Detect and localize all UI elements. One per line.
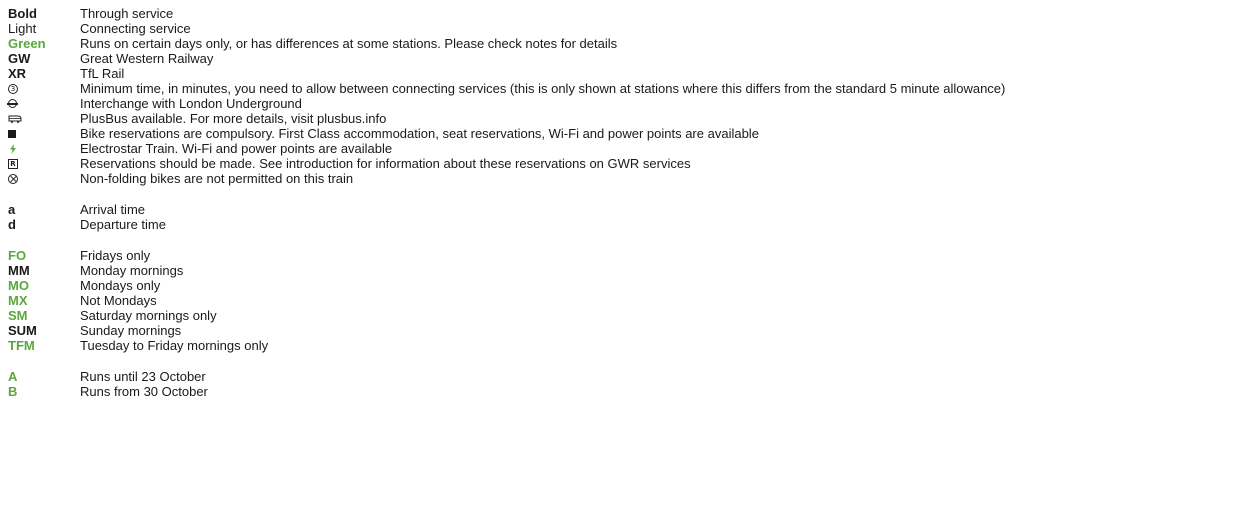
- legend-key: Bold: [8, 6, 37, 21]
- legend-desc: Sunday mornings: [80, 323, 182, 338]
- legend-desc: Runs from 30 October: [80, 384, 208, 399]
- legend-desc: Great Western Railway: [80, 51, 214, 66]
- legend-key: [8, 143, 80, 154]
- black-square-icon: [8, 129, 16, 138]
- legend-desc: Reservations should be made. See introdu…: [80, 156, 691, 171]
- legend-key: [7, 99, 80, 108]
- legend-row-plusbus: PlusBus available. For more details, vis…: [8, 111, 1238, 126]
- legend-row-note-b: B Runs from 30 October: [8, 384, 1238, 399]
- lightning-bolt-icon: [10, 143, 16, 154]
- legend-row-light: Light Connecting service: [8, 21, 1238, 36]
- legend-row-sm: SM Saturday mornings only: [8, 308, 1238, 323]
- legend-desc: Tuesday to Friday mornings only: [80, 338, 269, 353]
- underground-roundel-icon: [7, 99, 18, 108]
- legend-row-departure: d Departure time: [8, 217, 1238, 232]
- legend-row-mx: MX Not Mondays: [8, 293, 1238, 308]
- notes-group: A Runs until 23 October B Runs from 30 O…: [8, 369, 1238, 399]
- legend-key: d: [8, 217, 16, 232]
- legend-key: B: [8, 384, 18, 399]
- legend-key: SUM: [8, 323, 37, 338]
- legend-desc: Runs until 23 October: [80, 369, 206, 384]
- legend-desc: Mondays only: [80, 278, 161, 293]
- legend-desc: Not Mondays: [80, 293, 157, 308]
- legend-row-xr: XR TfL Rail: [8, 66, 1238, 81]
- legend-key: FO: [8, 248, 27, 263]
- legend-desc: Saturday mornings only: [80, 308, 217, 323]
- legend-row-no-bike: Non-folding bikes are not permitted on t…: [8, 171, 1238, 186]
- legend-desc: Non-folding bikes are not permitted on t…: [80, 171, 354, 186]
- legend-key: [8, 115, 80, 123]
- legend-row-arrival: a Arrival time: [8, 202, 1238, 217]
- legend-key: MO: [8, 278, 29, 293]
- plusbus-icon: [8, 115, 22, 123]
- legend-desc: Through service: [80, 6, 174, 21]
- legend-desc: Minimum time, in minutes, you need to al…: [80, 81, 1006, 96]
- legend-key: A: [8, 369, 18, 384]
- legend-desc: Arrival time: [80, 202, 146, 217]
- legend-row-connection-time: 3 Minimum time, in minutes, you need to …: [8, 81, 1238, 96]
- legend-row-note-a: A Runs until 23 October: [8, 369, 1238, 384]
- legend-row-electrostar: Electrostar Train. Wi-Fi and power point…: [8, 141, 1238, 156]
- legend-desc: Runs on certain days only, or has differ…: [80, 36, 618, 51]
- legend-desc: Electrostar Train. Wi-Fi and power point…: [80, 141, 393, 156]
- legend-key: Green: [8, 36, 46, 51]
- legend-key: MX: [8, 293, 28, 308]
- legend-key: [8, 173, 80, 184]
- legend-row-bold: Bold Through service: [8, 6, 1238, 21]
- legend-desc: TfL Rail: [80, 66, 125, 81]
- legend-row-bike-reservation: Bike reservations are compulsory. First …: [8, 126, 1238, 141]
- legend-desc: Monday mornings: [80, 263, 184, 278]
- legend-row-sum: SUM Sunday mornings: [8, 323, 1238, 338]
- legend-row-mm: MM Monday mornings: [8, 263, 1238, 278]
- legend-desc: PlusBus available. For more details, vis…: [80, 111, 387, 126]
- legend-desc: Connecting service: [80, 21, 191, 36]
- legend-key: XR: [8, 66, 27, 81]
- legend-row-green: Green Runs on certain days only, or has …: [8, 36, 1238, 51]
- legend-desc: Interchange with London Underground: [80, 96, 302, 111]
- no-bike-icon: [8, 173, 18, 184]
- legend-desc: Fridays only: [80, 248, 151, 263]
- time-codes-group: a Arrival time d Departure time: [8, 202, 1238, 232]
- circled-three-icon: 3: [8, 83, 18, 94]
- service-types-group: Bold Through service Light Connecting se…: [8, 6, 1238, 81]
- day-codes-group: FO Fridays only MM Monday mornings MO Mo…: [8, 248, 1238, 353]
- legend-key: R: [8, 158, 80, 169]
- legend-key: SM: [8, 308, 28, 323]
- legend-row-fo: FO Fridays only: [8, 248, 1238, 263]
- legend-key: Light: [8, 21, 37, 36]
- symbols-group: 3 Minimum time, in minutes, you need to …: [7, 81, 1238, 186]
- legend-key: GW: [8, 51, 31, 66]
- legend-key: MM: [8, 263, 30, 278]
- legend-row-reservation: R Reservations should be made. See intro…: [8, 156, 1238, 171]
- legend-key: 3: [8, 83, 80, 94]
- reservation-r-icon: R: [8, 158, 18, 169]
- legend-key: [8, 129, 80, 138]
- legend-row-tfm: TFM Tuesday to Friday mornings only: [8, 338, 1238, 353]
- timetable-legend: Bold Through service Light Connecting se…: [7, 6, 1238, 399]
- legend-key: a: [8, 202, 16, 217]
- legend-desc: Departure time: [80, 217, 166, 232]
- legend-row-gw: GW Great Western Railway: [8, 51, 1238, 66]
- legend-desc: Bike reservations are compulsory. First …: [80, 126, 759, 141]
- legend-row-mo: MO Mondays only: [8, 278, 1238, 293]
- legend-row-underground: Interchange with London Underground: [7, 96, 1238, 111]
- legend-key: TFM: [8, 338, 35, 353]
